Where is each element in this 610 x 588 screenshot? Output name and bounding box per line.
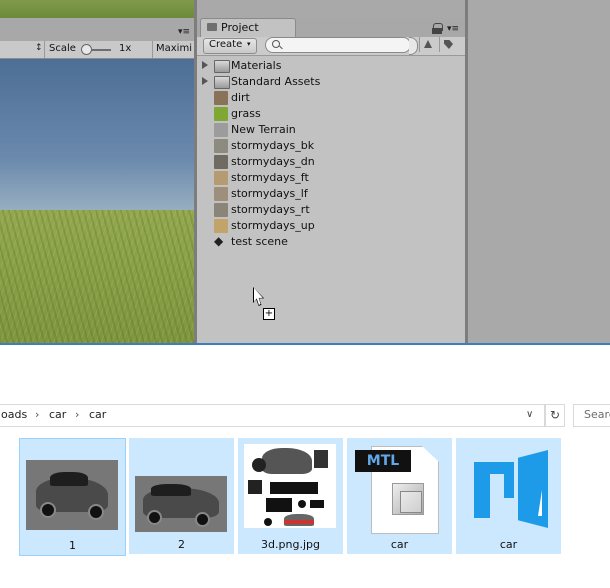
project-asset-item[interactable]: New Terrain (202, 122, 462, 138)
terrain-icon (214, 123, 228, 137)
file-name: 1 (69, 539, 76, 552)
search-by-type-button[interactable] (419, 37, 438, 52)
asset-label: Standard Assets (231, 75, 321, 88)
create-button[interactable]: Create ▾ (203, 38, 257, 54)
folder-icon (207, 23, 217, 31)
scale-slider-thumb[interactable] (81, 44, 92, 55)
mtl-badge: MTL (355, 450, 411, 472)
file-name: car (390, 538, 409, 551)
file-name: 3d.png.jpg (261, 538, 320, 551)
chevron-right-icon[interactable]: › (75, 408, 79, 421)
inspector-panel (468, 0, 610, 343)
folder-icon (214, 76, 230, 89)
drag-copy-badge: + (263, 308, 275, 320)
car-photo-thumbnail (135, 476, 227, 532)
file-item[interactable]: 3d.png.jpg (238, 438, 343, 554)
project-asset-item[interactable]: dirt (202, 90, 462, 106)
folder-icon (214, 60, 230, 73)
texture-icon (214, 203, 228, 217)
project-folder-item[interactable]: Materials (202, 58, 462, 74)
file-item[interactable]: 2 (129, 438, 234, 554)
breadcrumb-item[interactable]: car (89, 408, 106, 421)
game-tab-bar (0, 18, 194, 41)
search-by-label-button[interactable] (439, 37, 458, 52)
project-asset-item[interactable]: grass (202, 106, 462, 122)
asset-label: grass (231, 107, 261, 120)
unity-scene-icon: ◆ (214, 234, 224, 248)
maximize-on-play-toggle[interactable]: Maximi (156, 43, 192, 54)
address-bar[interactable]: oads › car › car ∨ (0, 404, 545, 427)
texture-icon (214, 187, 228, 201)
texture-icon (214, 91, 228, 105)
project-asset-item[interactable]: stormydays_rt (202, 202, 462, 218)
search-icon-handle (279, 45, 283, 50)
file-name: car (499, 538, 518, 551)
chevron-down-icon: ▾ (247, 40, 251, 48)
asset-label: test scene (231, 235, 288, 248)
scene-view-strip (0, 0, 194, 18)
expand-arrow-icon[interactable] (202, 77, 208, 85)
toolbar-separator (152, 41, 153, 58)
chevron-right-icon[interactable]: › (35, 408, 39, 421)
car-photo-thumbnail (26, 460, 118, 530)
panel-top-strip (197, 0, 465, 18)
terrain-grass (0, 210, 194, 343)
scale-label: Scale (49, 43, 76, 54)
texture-icon (214, 219, 228, 233)
toolbar-separator (44, 41, 45, 58)
lock-icon-body[interactable] (432, 28, 442, 34)
project-asset-item[interactable]: stormydays_up (202, 218, 462, 234)
tag-icon (444, 40, 453, 49)
chevron-down-icon[interactable]: ∨ (526, 409, 533, 420)
asset-label: stormydays_lf (231, 187, 308, 200)
asset-label: dirt (231, 91, 250, 104)
project-asset-item[interactable]: ◆ test scene (202, 234, 462, 250)
display-dropdown-icon[interactable]: ↕ (35, 43, 43, 53)
asset-label: New Terrain (231, 123, 296, 136)
create-button-label: Create (209, 39, 243, 50)
asset-label: Materials (231, 59, 282, 72)
search-placeholder: Search (584, 408, 610, 421)
file-item[interactable]: car (456, 438, 561, 554)
search-input[interactable]: Search (573, 404, 610, 427)
file-item[interactable]: 1 (19, 438, 126, 556)
refresh-button[interactable]: ↻ (545, 404, 565, 427)
file-name: 2 (178, 538, 185, 551)
project-asset-item[interactable]: stormydays_dn (202, 154, 462, 170)
shapes-icon (424, 40, 432, 48)
panel-menu-icon[interactable]: ▾≡ (178, 27, 190, 37)
breadcrumb-item[interactable]: oads (1, 408, 27, 421)
texture-icon (214, 107, 228, 121)
asset-label: stormydays_ft (231, 171, 309, 184)
asset-label: stormydays_rt (231, 203, 310, 216)
tab-project[interactable]: Project (200, 18, 296, 38)
project-search-input[interactable] (265, 37, 411, 53)
file-item[interactable]: MTL car (347, 438, 452, 554)
panel-menu-icon[interactable]: ▾≡ (447, 24, 459, 34)
project-asset-item[interactable]: stormydays_lf (202, 186, 462, 202)
visual-studio-file-icon (466, 448, 550, 532)
texture-icon (214, 155, 228, 169)
texture-icon (214, 139, 228, 153)
window-border (0, 343, 610, 345)
project-folder-item[interactable]: Standard Assets (202, 74, 462, 90)
expand-arrow-icon[interactable] (202, 61, 208, 69)
asset-label: stormydays_dn (231, 155, 315, 168)
scale-value: 1x (119, 43, 132, 54)
breadcrumb-item[interactable]: car (49, 408, 66, 421)
texture-icon (214, 171, 228, 185)
game-view-toolbar: ↕ Scale 1x Maximi (0, 41, 194, 59)
tab-project-label: Project (221, 21, 259, 34)
texture-thumbnail (244, 444, 336, 528)
project-asset-item[interactable]: stormydays_ft (202, 170, 462, 186)
asset-label: stormydays_up (231, 219, 315, 232)
project-asset-item[interactable]: stormydays_bk (202, 138, 462, 154)
asset-label: stormydays_bk (231, 139, 315, 152)
